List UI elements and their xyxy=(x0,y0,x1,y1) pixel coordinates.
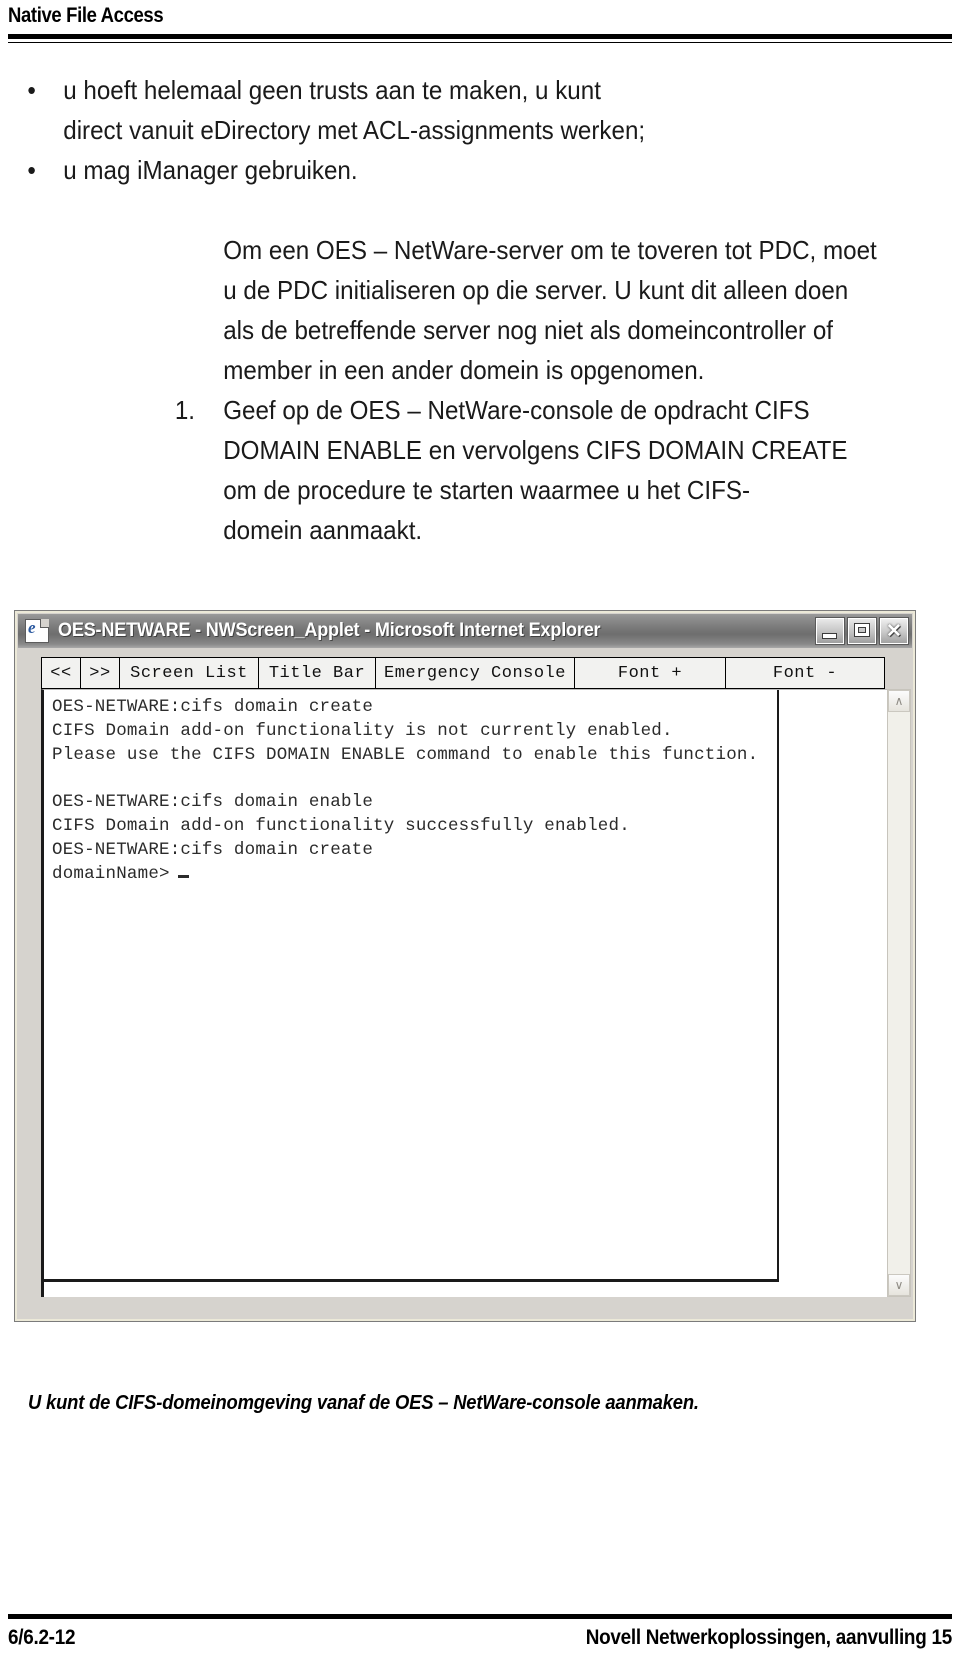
scroll-down-arrow-icon[interactable]: ∨ xyxy=(888,1274,910,1296)
text-line: domein aanmaakt. xyxy=(223,510,790,550)
text-line: om de procedure te starten waarmee u het… xyxy=(223,470,790,510)
page-footer: 6/6.2-12 Novell Netwerkoplossingen, aanv… xyxy=(0,1596,960,1656)
text-line: u de PDC initialiseren op die server. U … xyxy=(223,270,848,310)
bullet-marker: • xyxy=(27,155,36,185)
page-content: • u hoeft helemaal geen trusts aan te ma… xyxy=(0,70,960,550)
line-content: member in een ander domein is opgenomen. xyxy=(223,355,705,385)
applet-toolbar: << >> Screen List Title Bar Emergency Co… xyxy=(41,657,889,689)
toolbar-button-font-minus[interactable]: Font - xyxy=(725,657,885,689)
header-rule-thin xyxy=(8,42,952,43)
list-item: • u mag iManager gebruiken. xyxy=(0,150,893,190)
bullet-marker: • xyxy=(27,75,36,105)
number-marker: 1. xyxy=(174,395,196,425)
window-controls: ✕ xyxy=(816,618,908,644)
header-rule-thick xyxy=(8,34,952,39)
console-line: CIFS Domain add-on functionality is not … xyxy=(52,720,673,741)
text-block: • u hoeft helemaal geen trusts aan te ma… xyxy=(0,70,893,550)
text-line: u hoeft helemaal geen trusts aan te make… xyxy=(63,70,630,110)
paragraph-indent xyxy=(0,230,223,390)
line-content: domein aanmaakt. xyxy=(223,515,423,545)
console-line: CIFS Domain add-on functionality success… xyxy=(52,815,630,836)
text-line: member in een ander domein is opgenomen. xyxy=(223,350,790,390)
toolbar-button-emergency-console[interactable]: Emergency Console xyxy=(375,657,575,689)
toolbar-button-title-bar[interactable]: Title Bar xyxy=(258,657,376,689)
internet-explorer-window: OES-NETWARE - NWScreen_Applet - Microsof… xyxy=(14,610,916,1322)
window-titlebar[interactable]: OES-NETWARE - NWScreen_Applet - Microsof… xyxy=(18,614,912,648)
console-area: OES-NETWARE:cifs domain create CIFS Doma… xyxy=(41,689,889,1297)
console-line: OES-NETWARE:cifs domain create xyxy=(52,839,374,860)
list-item: • u hoeft helemaal geen trusts aan te ma… xyxy=(0,70,893,150)
console-line: OES-NETWARE:cifs domain create xyxy=(52,697,374,717)
toolbar-button-font-plus[interactable]: Font + xyxy=(574,657,726,689)
vertical-scrollbar[interactable]: ∧ ∨ xyxy=(887,689,911,1297)
line-content: als de betreffende server nog niet als d… xyxy=(223,315,833,345)
text-line: Geef op de OES – NetWare-console de opdr… xyxy=(223,390,809,430)
console-prompt: domainName> xyxy=(52,863,170,884)
internet-explorer-document-icon xyxy=(25,618,49,643)
line-content: om de procedure te starten waarmee u het… xyxy=(223,475,751,505)
console-output[interactable]: OES-NETWARE:cifs domain create CIFS Doma… xyxy=(44,690,779,1282)
line-content: Om een OES – NetWare-server om te tovere… xyxy=(223,235,877,265)
toolbar-button-screen-list[interactable]: Screen List xyxy=(119,657,259,689)
footer-rule xyxy=(8,1614,952,1619)
minimize-icon xyxy=(823,634,836,638)
restore-icon xyxy=(855,624,869,636)
text-cursor-icon xyxy=(177,874,189,878)
line-content: Geef op de OES – NetWare-console de opdr… xyxy=(223,395,810,425)
numbered-list-item: 1. Geef op de OES – NetWare-console de o… xyxy=(0,390,893,550)
numbered-text: Geef op de OES – NetWare-console de opdr… xyxy=(223,390,847,550)
text-line: direct vanuit eDirectory met ACL-assignm… xyxy=(63,110,645,150)
paragraph-text: Om een OES – NetWare-server om te tovere… xyxy=(223,230,877,390)
text-line: Om een OES – NetWare-server om te tovere… xyxy=(223,230,877,270)
text-line: DOMAIN ENABLE en vervolgens CIFS DOMAIN … xyxy=(223,430,847,470)
toolbar-button-prev[interactable]: << xyxy=(41,657,81,689)
line-content: direct vanuit eDirectory met ACL-assignm… xyxy=(63,115,646,145)
restore-button[interactable] xyxy=(848,618,876,644)
figure-caption: U kunt de CIFS-domeinomgeving vanaf de O… xyxy=(28,1392,699,1414)
line-content: u hoeft helemaal geen trusts aan te make… xyxy=(63,75,601,105)
line-content: u mag iManager gebruiken. xyxy=(63,155,358,185)
footer-publication: Novell Netwerkoplossingen, aanvulling 15 xyxy=(585,1626,953,1649)
bullet-text: u mag iManager gebruiken. xyxy=(63,150,630,190)
bullet-text: u hoeft helemaal geen trusts aan te make… xyxy=(63,70,645,150)
console-line: OES-NETWARE:cifs domain enable xyxy=(52,792,374,813)
console-line: Please use the CIFS DOMAIN ENABLE comman… xyxy=(52,744,759,765)
close-icon: ✕ xyxy=(886,620,902,642)
paragraph-block: Om een OES – NetWare-server om te tovere… xyxy=(0,230,893,390)
page-header: Native File Access xyxy=(0,0,960,44)
line-content: u de PDC initialiseren op die server. U … xyxy=(223,275,849,305)
bullet-list: • u hoeft helemaal geen trusts aan te ma… xyxy=(0,70,893,190)
scroll-up-arrow-icon[interactable]: ∧ xyxy=(888,690,910,712)
toolbar-button-next[interactable]: >> xyxy=(80,657,120,689)
line-content: DOMAIN ENABLE en vervolgens CIFS DOMAIN … xyxy=(223,435,848,465)
text-line: u mag iManager gebruiken. xyxy=(63,150,630,190)
minimize-button[interactable] xyxy=(816,618,844,644)
text-line: als de betreffende server nog niet als d… xyxy=(223,310,833,350)
running-head: Native File Access xyxy=(8,4,164,27)
close-button[interactable]: ✕ xyxy=(880,618,908,644)
window-title: OES-NETWARE - NWScreen_Applet - Microsof… xyxy=(58,620,601,641)
footer-line: 6/6.2-12 Novell Netwerkoplossingen, aanv… xyxy=(8,1626,952,1650)
footer-page-number: 6/6.2-12 xyxy=(8,1626,76,1649)
console-prompt-line: domainName> xyxy=(52,863,777,887)
